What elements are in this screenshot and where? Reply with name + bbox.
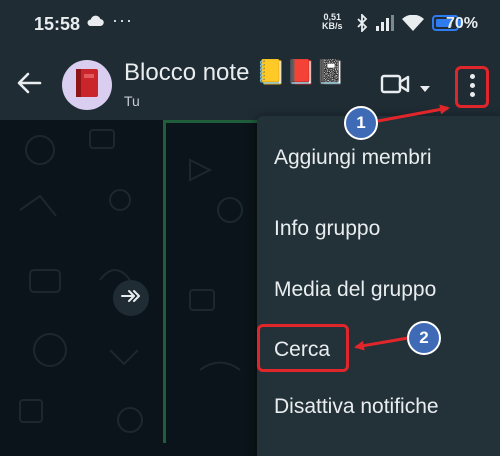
arrow-to-search-item	[354, 336, 409, 351]
step-badge-1: 1	[344, 106, 378, 140]
annotation-arrows	[354, 104, 450, 351]
arrow-to-more-button	[377, 104, 450, 123]
step-badge-2: 2	[407, 321, 441, 355]
